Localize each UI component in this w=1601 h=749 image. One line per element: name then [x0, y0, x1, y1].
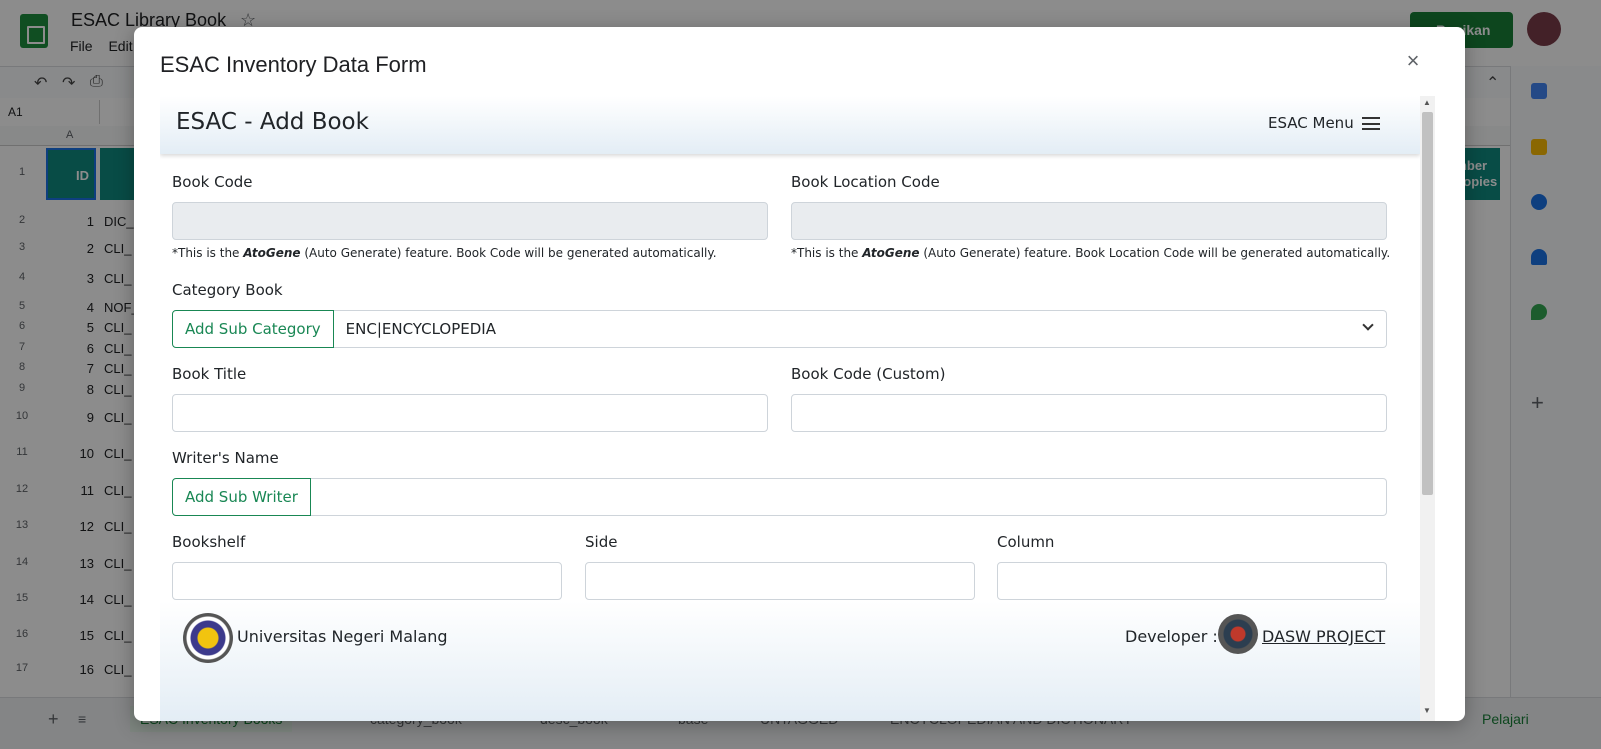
- scroll-down-icon[interactable]: ▼: [1423, 706, 1431, 715]
- book-title-label: Book Title: [172, 365, 247, 383]
- category-group: Add Sub Category ENC|ENCYCLOPEDIA: [172, 310, 1387, 348]
- developer-label: Developer :: [1125, 627, 1218, 646]
- writer-group: Add Sub Writer: [172, 478, 1387, 516]
- form-navbar: ESAC - Add Book ESAC Menu: [160, 96, 1420, 154]
- column-label: Column: [997, 533, 1055, 551]
- note-atogene: AtoGene: [862, 246, 920, 260]
- note-suffix: (Auto Generate) feature. Book Location C…: [919, 246, 1391, 260]
- bookshelf-field[interactable]: [172, 562, 562, 600]
- category-value: ENC|ENCYCLOPEDIA: [345, 320, 496, 338]
- column-field[interactable]: [997, 562, 1387, 600]
- page-title: ESAC - Add Book: [176, 109, 369, 135]
- book-location-note: *This is the AtoGene (Auto Generate) fea…: [791, 246, 1390, 260]
- book-code-field[interactable]: [172, 202, 768, 240]
- hamburger-icon: [1361, 117, 1380, 130]
- writer-name-label: Writer's Name: [172, 449, 279, 467]
- scroll-up-icon[interactable]: ▲: [1423, 98, 1431, 107]
- scrollbar-thumb[interactable]: [1422, 112, 1433, 495]
- dialog-title: ESAC Inventory Data Form: [160, 52, 427, 77]
- university-name: Universitas Negeri Malang: [237, 627, 448, 646]
- add-sub-writer-button[interactable]: Add Sub Writer: [172, 478, 311, 516]
- form-footer: Universitas Negeri Malang Developer : DA…: [160, 601, 1420, 721]
- note-atogene: AtoGene: [243, 246, 301, 260]
- chevron-down-icon: [1362, 319, 1374, 331]
- note-suffix: (Auto Generate) feature. Book Code will …: [300, 246, 717, 260]
- book-code-custom-field[interactable]: [791, 394, 1387, 432]
- bookshelf-label: Bookshelf: [172, 533, 246, 551]
- form-frame: ESAC - Add Book ESAC Menu Book Code *Thi…: [160, 96, 1435, 721]
- side-field[interactable]: [585, 562, 975, 600]
- note-prefix: *This is the: [791, 246, 863, 260]
- form-dialog: ESAC Inventory Data Form × ESAC - Add Bo…: [134, 27, 1465, 721]
- add-sub-category-button[interactable]: Add Sub Category: [172, 310, 334, 348]
- category-select[interactable]: ENC|ENCYCLOPEDIA: [333, 310, 1387, 348]
- book-title-field[interactable]: [172, 394, 768, 432]
- close-icon[interactable]: ×: [1401, 49, 1425, 73]
- writer-name-field[interactable]: [310, 478, 1387, 516]
- university-logo: [183, 613, 233, 663]
- form-scrollbar[interactable]: ▲ ▼: [1420, 96, 1435, 721]
- note-prefix: *This is the: [172, 246, 244, 260]
- category-label: Category Book: [172, 281, 283, 299]
- book-code-note: *This is the AtoGene (Auto Generate) fea…: [172, 246, 717, 260]
- book-code-label: Book Code: [172, 173, 253, 191]
- side-label: Side: [585, 533, 618, 551]
- book-location-label: Book Location Code: [791, 173, 940, 191]
- book-location-field[interactable]: [791, 202, 1387, 240]
- developer-logo: [1218, 614, 1258, 654]
- developer-link[interactable]: DASW PROJECT: [1262, 627, 1385, 646]
- esac-menu-label: ESAC Menu: [1268, 114, 1354, 132]
- book-code-custom-label: Book Code (Custom): [791, 365, 946, 383]
- esac-menu-button[interactable]: ESAC Menu: [1268, 114, 1380, 132]
- form-content: ESAC - Add Book ESAC Menu Book Code *Thi…: [160, 96, 1420, 721]
